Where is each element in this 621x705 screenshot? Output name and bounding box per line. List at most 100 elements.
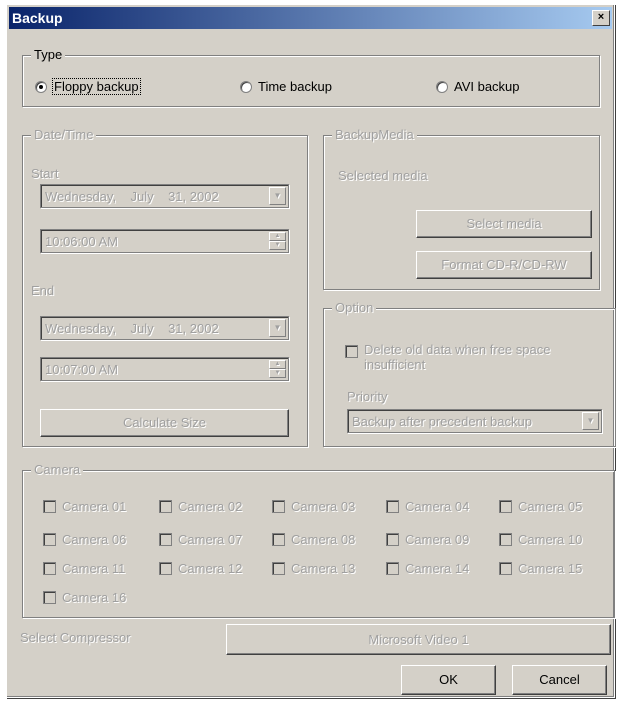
checkbox-icon[interactable]: [159, 533, 172, 546]
start-date-picker[interactable]: Wednesday, July 31, 2002 ▼: [40, 184, 289, 208]
checkbox-icon[interactable]: [386, 500, 399, 513]
checkbox-icon[interactable]: [43, 591, 56, 604]
camera-checkbox-08[interactable]: Camera 08: [272, 532, 355, 547]
checkbox-icon[interactable]: [43, 500, 56, 513]
camera-checkbox-07[interactable]: Camera 07: [159, 532, 242, 547]
close-button[interactable]: ×: [592, 10, 610, 26]
camera-checkbox-14[interactable]: Camera 14: [386, 561, 469, 576]
end-date-picker[interactable]: Wednesday, July 31, 2002 ▼: [40, 316, 289, 340]
spin-up-icon[interactable]: ▲: [269, 232, 286, 241]
camera-label: Camera 03: [291, 499, 356, 514]
camera-checkbox-12[interactable]: Camera 12: [159, 561, 242, 576]
camera-checkbox-04[interactable]: Camera 04: [386, 499, 469, 514]
radio-time-backup[interactable]: Time backup: [240, 79, 332, 94]
camera-checkbox-10[interactable]: Camera 10: [499, 532, 582, 547]
checkbox-icon[interactable]: [386, 533, 399, 546]
camera-checkbox-15[interactable]: Camera 15: [499, 561, 582, 576]
type-group-label: Type: [31, 47, 66, 62]
spin-down-icon[interactable]: ▼: [269, 369, 286, 378]
camera-checkbox-05[interactable]: Camera 05: [499, 499, 582, 514]
compressor-button[interactable]: Microsoft Video 1: [226, 624, 611, 655]
option-group: Option Delete old data when free space i…: [323, 300, 616, 447]
radio-unselected-icon: [436, 80, 448, 93]
camera-label: Camera 15: [518, 561, 583, 576]
checkbox-icon[interactable]: [43, 533, 56, 546]
end-date-value: Wednesday, July 31, 2002: [45, 321, 219, 336]
camera-checkbox-13[interactable]: Camera 13: [272, 561, 355, 576]
radio-floppy-backup[interactable]: Floppy backup: [35, 78, 141, 95]
camera-checkbox-06[interactable]: Camera 06: [43, 532, 126, 547]
camera-group-label: Camera: [31, 462, 84, 477]
chevron-down-icon[interactable]: ▼: [269, 187, 286, 205]
priority-label: Priority: [347, 389, 388, 404]
camera-label: Camera 01: [62, 499, 127, 514]
camera-label: Camera 13: [291, 561, 356, 576]
camera-label: Camera 10: [518, 532, 583, 547]
camera-checkbox-03[interactable]: Camera 03: [272, 499, 355, 514]
checkbox-icon[interactable]: [386, 562, 399, 575]
ok-button[interactable]: OK: [401, 665, 496, 695]
end-time-picker[interactable]: 10:07:00 AM ▲ ▼: [40, 357, 289, 381]
end-time-spinner[interactable]: ▲ ▼: [269, 360, 286, 378]
radio-time-label: Time backup: [258, 79, 332, 94]
chevron-down-icon[interactable]: ▼: [582, 412, 599, 430]
camera-group: Camera Camera 01 Camera 02 Camera 03 Cam…: [22, 462, 615, 618]
datetime-group-label: Date/Time: [31, 127, 97, 142]
backup-media-group: BackupMedia Selected media Select media …: [323, 127, 600, 290]
end-time-value: 10:07:00 AM: [45, 362, 118, 377]
select-compressor-label: Select Compressor: [20, 630, 131, 645]
selected-media-text: Selected media: [338, 168, 428, 183]
checkbox-icon[interactable]: [345, 345, 358, 358]
radio-unselected-icon: [240, 80, 252, 93]
close-icon: ×: [597, 11, 605, 23]
camera-checkbox-11[interactable]: Camera 11: [43, 561, 125, 576]
start-time-spinner[interactable]: ▲ ▼: [269, 232, 286, 250]
camera-checkbox-09[interactable]: Camera 09: [386, 532, 469, 547]
spin-down-icon[interactable]: ▼: [269, 241, 286, 250]
spin-up-icon[interactable]: ▲: [269, 360, 286, 369]
checkbox-icon[interactable]: [499, 500, 512, 513]
checkbox-icon[interactable]: [159, 500, 172, 513]
checkbox-icon[interactable]: [43, 562, 56, 575]
chevron-down-icon[interactable]: ▼: [269, 319, 286, 337]
camera-label: Camera 08: [291, 532, 356, 547]
start-time-value: 10:06:00 AM: [45, 234, 118, 249]
checkbox-icon[interactable]: [499, 562, 512, 575]
option-group-label: Option: [332, 300, 377, 315]
select-media-button[interactable]: Select media: [416, 210, 592, 238]
camera-checkbox-16[interactable]: Camera 16: [43, 590, 126, 605]
start-label: Start: [31, 166, 59, 181]
camera-label: Camera 16: [62, 590, 127, 605]
checkbox-icon[interactable]: [499, 533, 512, 546]
start-date-value: Wednesday, July 31, 2002: [45, 189, 219, 204]
camera-label: Camera 06: [62, 532, 127, 547]
camera-label: Camera 11: [62, 561, 126, 576]
camera-label: Camera 09: [405, 532, 470, 547]
delete-old-data-checkbox[interactable]: Delete old data when free space insuffic…: [345, 342, 597, 372]
backup-media-group-label: BackupMedia: [332, 127, 417, 142]
format-cd-button[interactable]: Format CD-R/CD-RW: [416, 251, 592, 279]
title-bar[interactable]: Backup ×: [9, 7, 612, 29]
datetime-group: Date/Time Start Wednesday, July 31, 2002…: [22, 127, 308, 447]
checkbox-icon[interactable]: [159, 562, 172, 575]
checkbox-icon[interactable]: [272, 500, 285, 513]
camera-label: Camera 02: [178, 499, 243, 514]
priority-select[interactable]: Backup after precedent backup ▼: [347, 409, 602, 433]
camera-checkbox-02[interactable]: Camera 02: [159, 499, 242, 514]
checkbox-icon[interactable]: [272, 533, 285, 546]
radio-floppy-label: Floppy backup: [52, 78, 141, 95]
backup-dialog: Backup × Type Floppy backup Time backup …: [6, 4, 616, 698]
camera-checkbox-01[interactable]: Camera 01: [43, 499, 126, 514]
start-time-picker[interactable]: 10:06:00 AM ▲ ▼: [40, 229, 289, 253]
camera-label: Camera 05: [518, 499, 583, 514]
radio-avi-label: AVI backup: [454, 79, 520, 94]
checkbox-icon[interactable]: [272, 562, 285, 575]
window-title: Backup: [12, 10, 63, 26]
delete-old-data-label: Delete old data when free space insuffic…: [364, 342, 551, 372]
radio-avi-backup[interactable]: AVI backup: [436, 79, 520, 94]
camera-label: Camera 14: [405, 561, 470, 576]
type-group: Type Floppy backup Time backup AVI backu…: [22, 47, 600, 107]
calculate-size-button[interactable]: Calculate Size: [40, 409, 289, 437]
cancel-button[interactable]: Cancel: [512, 665, 607, 695]
end-label: End: [31, 283, 55, 298]
